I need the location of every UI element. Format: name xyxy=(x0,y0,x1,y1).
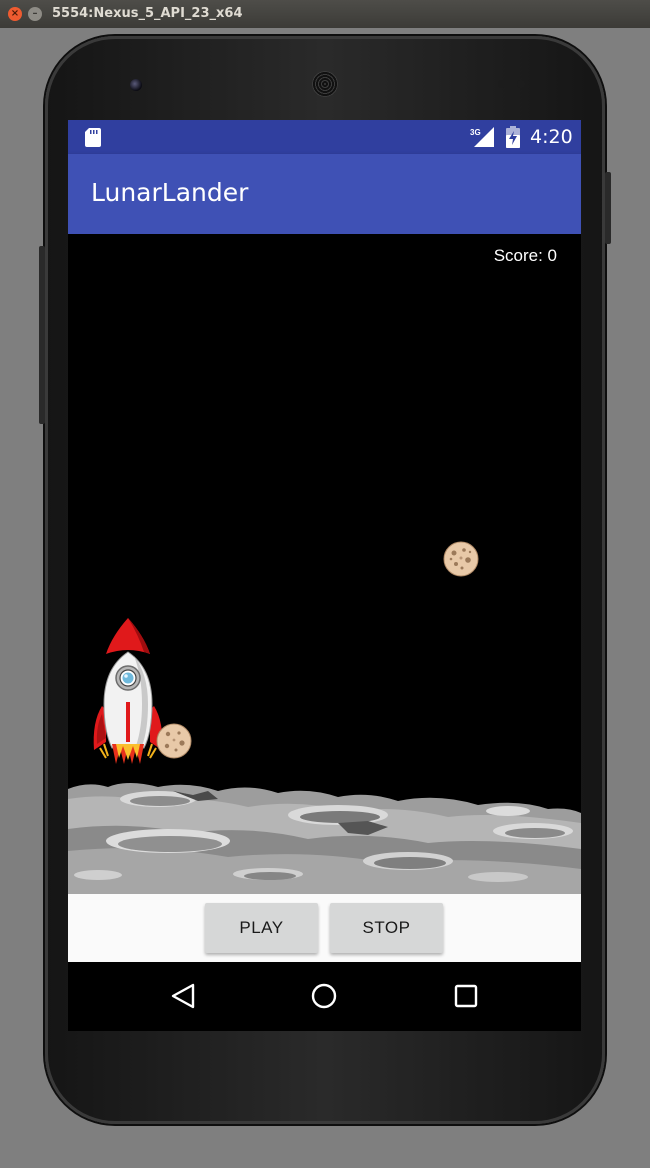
home-icon[interactable] xyxy=(310,982,338,1010)
sd-card-icon xyxy=(85,128,101,147)
emulator-title-bar: × – 5554:Nexus_5_API_23_x64 xyxy=(0,0,650,28)
battery-charging-icon xyxy=(506,126,520,148)
window-close-button[interactable]: × xyxy=(8,7,22,21)
app-title: LunarLander xyxy=(91,178,249,207)
asteroid-icon xyxy=(156,723,192,759)
game-canvas[interactable]: Score: 0 xyxy=(68,234,581,894)
cell-signal-icon: 3G xyxy=(470,127,494,147)
window-title: 5554:Nexus_5_API_23_x64 xyxy=(52,6,243,21)
status-bar: 3G 4:20 xyxy=(68,120,581,154)
play-button[interactable]: PLAY xyxy=(205,903,318,953)
score-label: Score: 0 xyxy=(493,246,557,265)
app-toolbar: LunarLander xyxy=(68,154,581,234)
window-minimize-button[interactable]: – xyxy=(28,7,42,21)
moon-surface xyxy=(68,783,581,894)
earpiece-speaker xyxy=(312,71,338,97)
stop-button[interactable]: STOP xyxy=(330,903,443,953)
status-time: 4:20 xyxy=(530,126,573,148)
phone-volume-button xyxy=(39,246,45,424)
light-sensor xyxy=(517,80,525,88)
phone-power-button xyxy=(605,172,611,244)
network-type-label: 3G xyxy=(470,128,481,137)
navigation-bar xyxy=(68,962,581,1031)
control-bar: PLAY STOP xyxy=(68,894,581,962)
front-camera xyxy=(130,79,142,91)
recents-icon[interactable] xyxy=(452,982,480,1010)
asteroid-icon xyxy=(443,541,479,577)
device-screen: 3G 4:20 LunarLander Score: 0 PLAY STOP xyxy=(68,120,581,1031)
back-icon[interactable] xyxy=(169,982,197,1010)
proximity-sensor xyxy=(498,80,506,88)
